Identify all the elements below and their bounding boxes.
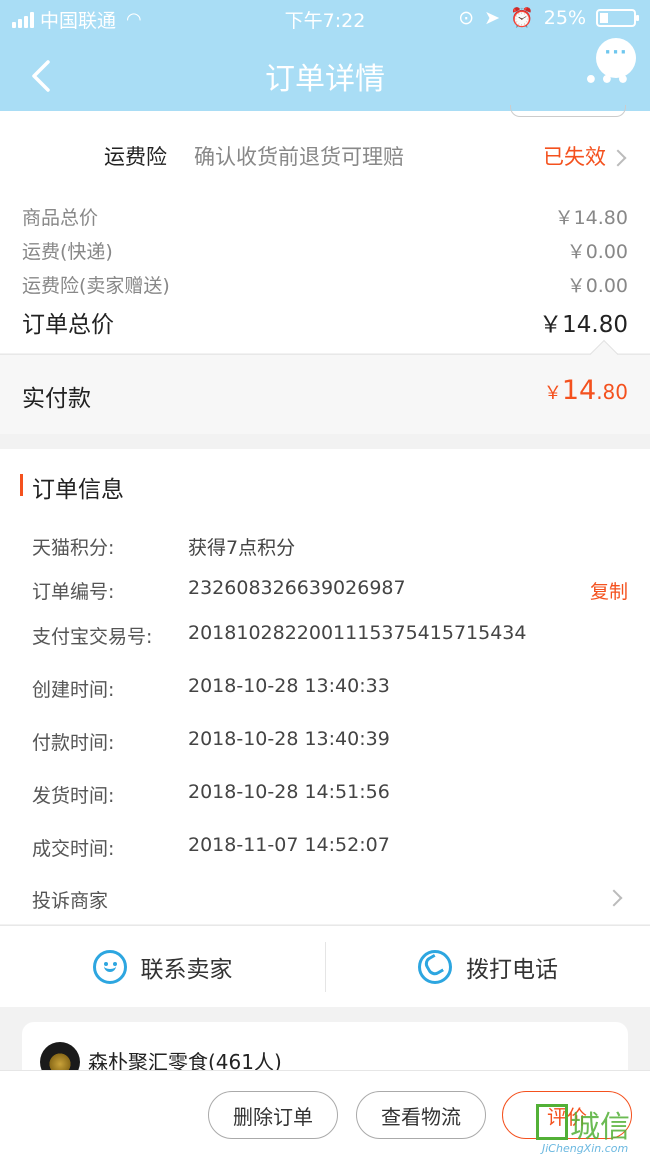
delete-order-button[interactable]: 删除订单 — [208, 1091, 338, 1139]
info-label: 发货时间: — [32, 785, 115, 807]
order-info-section: 订单信息 天猫积分: 获得7点积分 订单编号: 2326083266390269… — [0, 449, 650, 924]
amount-paid-value: ￥14.80 — [544, 375, 628, 406]
collapsed-pill — [510, 105, 626, 117]
price-label: 运费险(卖家赠送) — [22, 275, 170, 297]
watermark-text: 城信 — [570, 1110, 630, 1145]
copy-button[interactable]: 复制 — [590, 577, 628, 604]
amount-paid-label: 实付款 — [22, 386, 91, 412]
price-value: ￥14.80 — [554, 207, 628, 229]
info-value: 2018-11-07 14:52:07 — [188, 834, 390, 856]
info-value: 获得7点积分 — [188, 537, 296, 559]
info-label: 支付宝交易号: — [32, 626, 153, 648]
page-title: 订单详情 — [265, 62, 385, 97]
info-value: 232608326639026987 — [188, 577, 406, 599]
info-value: 2018102822001115375415715434 — [188, 622, 527, 644]
view-logistics-button[interactable]: 查看物流 — [356, 1091, 486, 1139]
info-label: 成交时间: — [32, 838, 115, 860]
call-button[interactable]: 拨打电话 — [326, 926, 650, 1008]
status-bar: 中国联通 ◠ 下午7:22 ⊙ ➤ ⏰ 25% — [0, 0, 650, 36]
amount-decimal: .80 — [596, 380, 628, 404]
price-value: ￥0.00 — [566, 241, 628, 263]
insurance-status: 已失效 — [543, 145, 606, 169]
info-label: 天猫积分: — [32, 537, 115, 559]
chevron-right-icon — [609, 149, 627, 167]
price-breakdown: 商品总价 ￥14.80 运费(快递) ￥0.00 运费险(卖家赠送) ￥0.00… — [0, 193, 650, 353]
watermark-url: JiChengXin.com — [542, 1142, 629, 1155]
amount-paid-row: 实付款 ￥14.80 — [0, 339, 650, 434]
location-icon: ➤ — [484, 6, 501, 29]
info-label: 创建时间: — [32, 679, 115, 701]
info-label: 订单编号: — [32, 581, 115, 603]
chevron-right-icon — [605, 889, 623, 907]
price-row: 运费险(卖家赠送) ￥0.00 — [22, 271, 628, 298]
order-total-label: 订单总价 — [22, 312, 114, 338]
contact-row: 联系卖家 拨打电话 — [0, 925, 650, 1007]
price-label: 运费(快递) — [22, 241, 113, 263]
price-row: 商品总价 ￥14.80 — [22, 203, 628, 230]
price-value: ￥0.00 — [566, 275, 628, 297]
info-value: 2018-10-28 13:40:39 — [188, 728, 390, 750]
order-total-value: ￥14.80 — [539, 312, 628, 338]
battery-percent: 25% — [543, 6, 586, 29]
more-icon[interactable]: ••• — [584, 68, 632, 93]
section-title: 订单信息 — [32, 477, 124, 503]
insurance-desc: 确认收货前退货可理赔 — [194, 145, 404, 169]
info-value: 2018-10-28 14:51:56 — [188, 781, 390, 803]
shipping-insurance-row[interactable]: 运费险 确认收货前退货可理赔 已失效 — [0, 105, 650, 193]
header-bar: 中国联通 ◠ 下午7:22 ⊙ ➤ ⏰ 25% 订单详情 ··· ••• — [0, 0, 650, 111]
chat-smile-icon — [92, 950, 127, 984]
alarm-icon: ⏰ — [510, 7, 534, 29]
order-total-row: 订单总价 ￥14.80 — [22, 305, 628, 339]
amount-integer: 14 — [561, 375, 597, 406]
battery-icon — [596, 8, 639, 27]
complain-seller-label: 投诉商家 — [32, 890, 109, 912]
status-right: ⊙ ➤ ⏰ 25% — [458, 6, 639, 29]
orientation-lock-icon: ⊙ — [458, 6, 475, 29]
section-accent-bar — [20, 474, 23, 496]
info-label: 付款时间: — [32, 732, 115, 754]
currency-symbol: ￥ — [543, 383, 562, 404]
call-label: 拨打电话 — [466, 957, 558, 983]
watermark: 城信 JiChengXin.com — [536, 1104, 650, 1156]
info-value: 2018-10-28 13:40:33 — [188, 675, 390, 697]
contact-seller-label: 联系卖家 — [140, 957, 233, 983]
contact-seller-button[interactable]: 联系卖家 — [0, 926, 325, 1008]
watermark-logo — [536, 1104, 568, 1140]
insurance-name: 运费险 — [104, 145, 167, 169]
price-row: 运费(快递) ￥0.00 — [22, 237, 628, 264]
phone-icon — [418, 950, 452, 984]
price-label: 商品总价 — [22, 207, 99, 229]
